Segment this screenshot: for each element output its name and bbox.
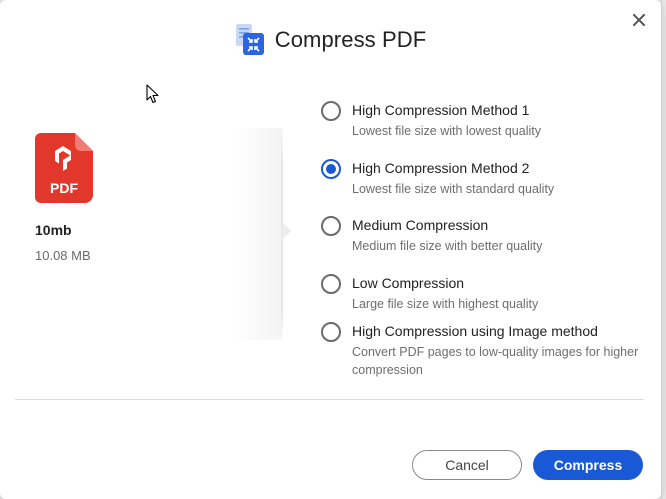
option-description: Convert PDF pages to low-quality images … [352, 345, 639, 377]
radio-button[interactable] [321, 216, 341, 236]
option-low-compression[interactable]: Low Compression Large file size with hig… [321, 273, 656, 321]
compress-pdf-icon [235, 24, 265, 56]
dialog-title: Compress PDF [274, 27, 427, 52]
option-image-compression[interactable]: High Compression using Image method Conv… [321, 321, 656, 379]
horizontal-divider [15, 399, 644, 400]
pdf-icon-label: PDF [50, 180, 78, 196]
dialog-header: Compress PDF [0, 20, 661, 60]
radio-button-selected[interactable] [321, 159, 341, 179]
file-name: 10mb [35, 222, 72, 238]
panel-shadow [230, 128, 282, 340]
compression-options: High Compression Method 1 Lowest file si… [321, 100, 656, 379]
cancel-button[interactable]: Cancel [412, 450, 522, 480]
option-label: High Compression using Image method [352, 323, 598, 339]
option-label: Medium Compression [352, 217, 489, 233]
option-description: Lowest file size with standard quality [352, 182, 555, 196]
option-high-compression-2[interactable]: High Compression Method 2 Lowest file si… [321, 158, 656, 215]
radio-button[interactable] [321, 322, 341, 342]
option-description: Large file size with highest quality [352, 297, 539, 311]
pdf-file-icon: PDF [35, 133, 93, 203]
option-label: Low Compression [352, 275, 465, 291]
window-edge [661, 0, 662, 499]
compress-button[interactable]: Compress [533, 450, 643, 480]
option-description: Medium file size with better quality [352, 239, 543, 253]
option-high-compression-1[interactable]: High Compression Method 1 Lowest file si… [321, 100, 656, 158]
file-info-panel: PDF 10mb 10.08 MB [35, 133, 93, 263]
compress-pdf-dialog: Compress PDF PDF 10mb 10.08 MB High Comp… [0, 0, 661, 499]
file-size: 10.08 MB [35, 248, 91, 263]
option-medium-compression[interactable]: Medium Compression Medium file size with… [321, 215, 656, 273]
radio-button[interactable] [321, 274, 341, 294]
radio-button[interactable] [321, 101, 341, 121]
pointer-arrow [282, 222, 291, 240]
mouse-cursor-icon [146, 84, 159, 104]
option-description: Lowest file size with lowest quality [352, 124, 541, 138]
option-label: High Compression Method 1 [352, 102, 530, 118]
option-label: High Compression Method 2 [352, 160, 530, 176]
